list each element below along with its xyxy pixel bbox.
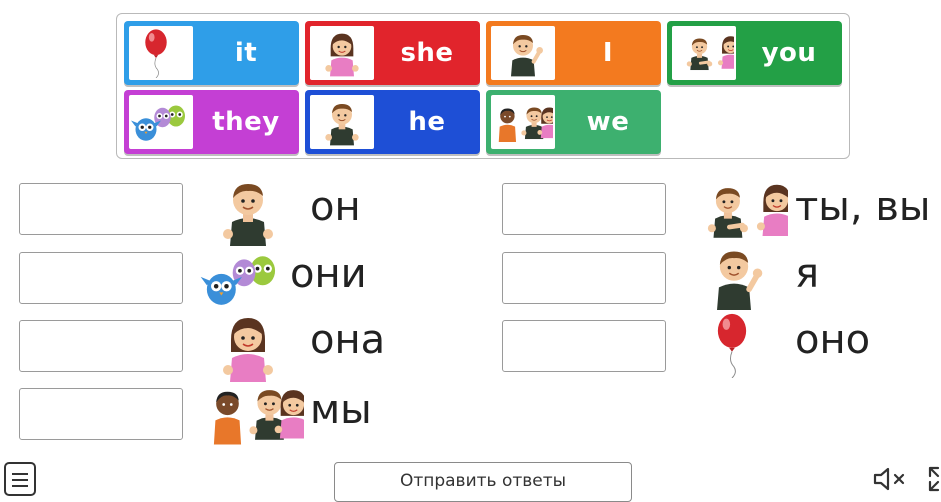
group-of-kids-icon [491,95,555,149]
tile-word: you [761,38,817,68]
red-balloon-icon [717,313,747,378]
tile-word: they [212,107,280,137]
tile-i[interactable]: I [486,21,661,85]
tile-it[interactable]: it [124,21,299,85]
girl-icon [222,317,274,382]
drop-zone-ona[interactable] [19,320,183,372]
girl-icon [310,26,374,80]
group-of-kids-icon [200,380,304,446]
boy-pointing-girl-icon [682,178,788,244]
tile-we[interactable]: we [486,90,661,154]
boy-waving-icon [704,244,774,310]
drop-zone-ya[interactable] [502,252,666,304]
boy-icon [222,183,274,246]
boy-waving-icon [491,26,555,80]
tile-word: it [234,38,258,68]
tile-she[interactable]: she [305,21,480,85]
target-label: я [795,251,820,297]
tile-word: she [400,38,454,68]
tile-they[interactable]: they [124,90,299,154]
target-label: оно [795,317,871,363]
submit-answers-button[interactable]: Отправить ответы [334,462,632,502]
drop-zone-on[interactable] [19,183,183,235]
drop-zone-ty-vy[interactable] [502,183,666,235]
target-label: ты, вы [795,184,931,230]
owls-icon [129,95,193,149]
drop-zone-my[interactable] [19,388,183,440]
word-bank: it she I you they he we [116,13,850,159]
target-label: они [290,251,367,297]
tile-word: we [586,107,630,137]
drop-zone-ono[interactable] [502,320,666,372]
tile-word: he [408,107,446,137]
target-label: она [310,317,386,363]
red-balloon-icon [129,26,193,80]
menu-icon[interactable] [4,462,36,496]
owls-icon [200,256,276,305]
fullscreen-icon[interactable] [926,464,941,494]
target-label: мы [310,387,372,433]
speaker-muted-icon[interactable] [872,466,912,492]
target-label: он [310,184,361,230]
boy-icon [310,95,374,149]
boy-pointing-girl-icon [672,26,736,80]
tile-he[interactable]: he [305,90,480,154]
tile-word: I [602,38,614,68]
drop-zone-oni[interactable] [19,252,183,304]
tile-you[interactable]: you [667,21,842,85]
